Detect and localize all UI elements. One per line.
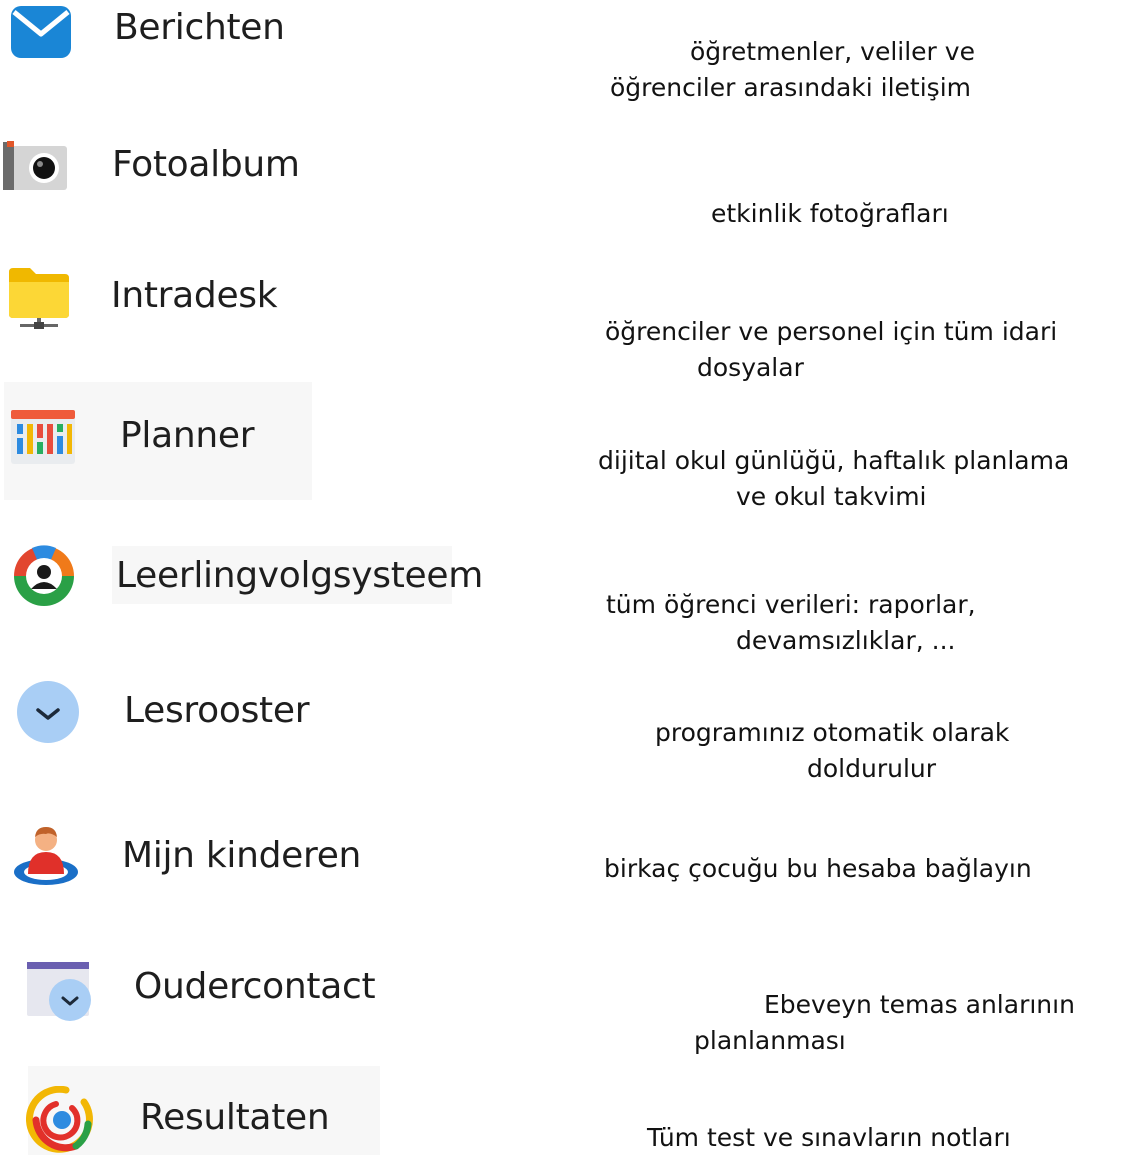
module-description-mijn-kinderen: birkaç çocuğu bu hesaba bağlayın [604, 851, 1032, 887]
planner-icon [11, 410, 75, 464]
description-line: dijital okul günlüğü, haftalık planlama [598, 446, 1070, 475]
module-label-intradesk: Intradesk [111, 275, 278, 316]
description-line: planlanması [694, 1026, 846, 1055]
module-label-fotoalbum: Fotoalbum [112, 144, 300, 185]
description-line: öğrenciler arasındaki iletişim [610, 73, 971, 102]
module-label-planner: Planner [120, 415, 255, 456]
description-line: devamsızlıklar, ... [736, 626, 956, 655]
description-line: dosyalar [697, 353, 804, 382]
description-line: doldurulur [807, 754, 937, 783]
parent-contact-icon [27, 962, 91, 1021]
module-label-resultaten: Resultaten [140, 1097, 330, 1138]
module-label-berichten: Berichten [114, 7, 285, 48]
module-description-oudercontact: Ebeveyn temas anlarının planlanması [694, 987, 1075, 1059]
module-label-leerlingvolgsysteem: Leerlingvolgsysteem [116, 555, 483, 596]
module-description-berichten: öğretmenler, veliler ve öğrenciler arası… [610, 34, 975, 106]
module-description-planner: dijital okul günlüğü, haftalık planlama … [598, 443, 1069, 515]
description-line: birkaç çocuğu bu hesaba bağlayın [604, 854, 1032, 883]
description-line: tüm öğrenci verileri: raporlar, [606, 590, 976, 619]
module-label-lesrooster: Lesrooster [124, 690, 310, 731]
description-line: programınız otomatik olarak [655, 718, 1010, 747]
results-icon [26, 1086, 93, 1153]
schedule-icon [17, 681, 79, 743]
description-line: etkinlik fotoğrafları [711, 199, 949, 228]
description-line: ve okul takvimi [736, 482, 927, 511]
description-line: Tüm test ve sınavların notları [647, 1123, 1011, 1152]
description-line: öğrenciler ve personel için tüm idari [605, 317, 1058, 346]
module-description-lesrooster: programınız otomatik olarak doldurulur [655, 715, 1009, 787]
envelope-icon [11, 6, 71, 58]
module-description-intradesk: öğrenciler ve personel için tüm idari do… [605, 314, 1057, 386]
module-description-resultaten: Tüm test ve sınavların notları [647, 1120, 1011, 1156]
module-description-leerlingvolgsysteem: tüm öğrenci verileri: raporlar, devamsız… [606, 587, 976, 659]
description-line: Ebeveyn temas anlarının [764, 990, 1075, 1019]
folder-icon [9, 268, 69, 329]
module-label-mijn-kinderen: Mijn kinderen [122, 835, 362, 876]
module-label-oudercontact: Oudercontact [134, 966, 376, 1007]
module-description-fotoalbum: etkinlik fotoğrafları [711, 196, 949, 232]
description-line: öğretmenler, veliler ve [690, 37, 975, 66]
camera-icon [3, 141, 67, 190]
student-tracking-icon [14, 545, 74, 606]
children-icon [14, 827, 78, 885]
